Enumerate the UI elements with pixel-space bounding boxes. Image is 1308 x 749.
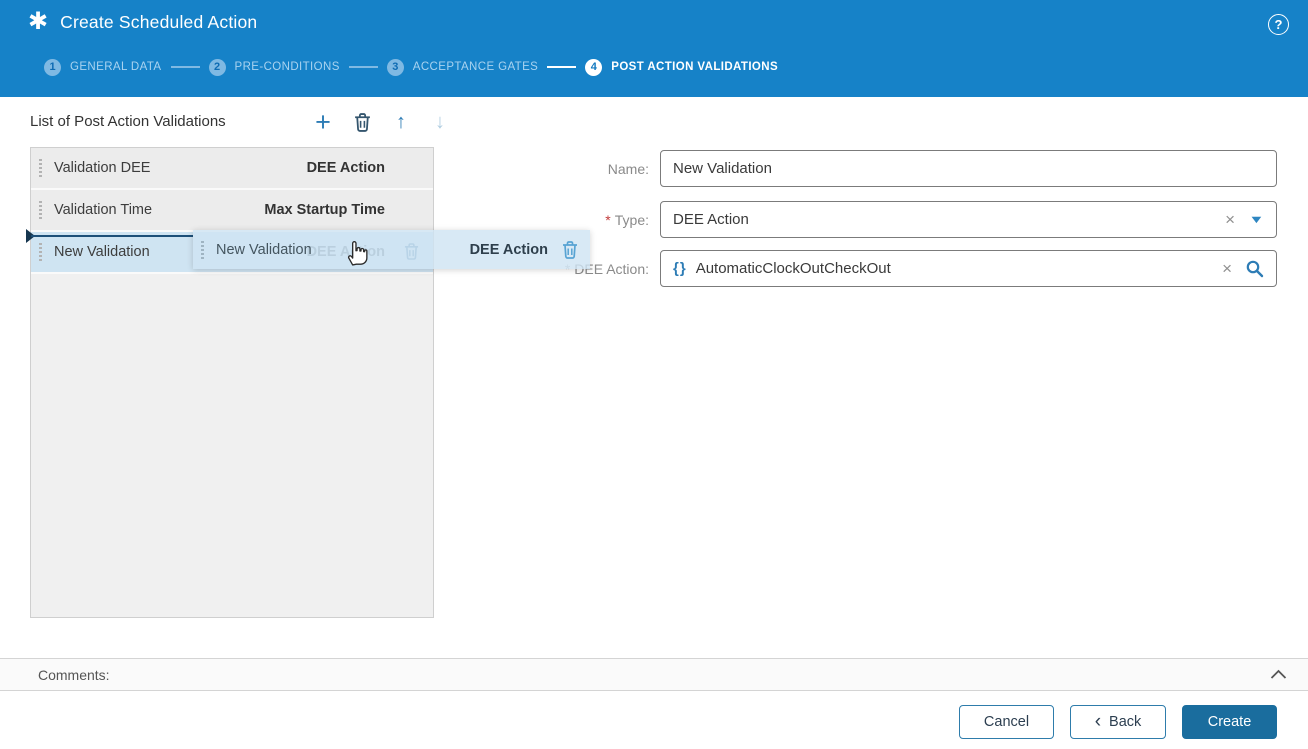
list-toolbar: + ↑ ↓ [310, 107, 453, 137]
move-down-button[interactable]: ↓ [427, 108, 453, 136]
dee-action-value: AutomaticClockOutCheckOut [695, 260, 891, 277]
dee-action-clear-icon[interactable]: × [1222, 260, 1232, 277]
name-label: Name: [607, 160, 649, 177]
drag-handle-icon[interactable] [39, 201, 43, 219]
step-4-label: POST ACTION VALIDATIONS [611, 61, 779, 73]
type-dropdown-chevron-icon[interactable]: ▼ [1248, 214, 1264, 226]
braces-entity-icon: {} [673, 260, 687, 277]
mouse-cursor-hand-icon [344, 238, 369, 272]
post-action-validations-list: Validation DEE DEE Action Validation Tim… [30, 147, 434, 618]
add-validation-button[interactable]: + [310, 108, 336, 136]
chevron-left-icon: ‹ [1094, 711, 1102, 732]
step-connector [170, 66, 200, 68]
type-value: DEE Action [673, 211, 749, 228]
type-label-text: Type: [614, 211, 649, 228]
list-item-validation-time[interactable]: Validation Time Max Startup Time [31, 190, 433, 232]
type-combobox[interactable]: DEE Action × ▼ [660, 201, 1277, 238]
step-connector-active [547, 66, 577, 68]
chevron-up-icon[interactable] [1270, 669, 1287, 680]
step-1-label: GENERAL DATA [70, 61, 162, 73]
step-2-label: PRE-CONDITIONS [234, 61, 340, 73]
trash-icon [354, 112, 370, 132]
step-2-circle: 2 [208, 58, 226, 76]
type-clear-icon[interactable]: × [1225, 211, 1235, 228]
step-1-circle: 1 [44, 58, 61, 76]
step-3-circle: 3 [386, 58, 404, 76]
back-button[interactable]: ‹ Back [1070, 705, 1166, 739]
delete-validation-button[interactable] [349, 108, 375, 136]
search-icon[interactable] [1245, 259, 1264, 278]
step-general-data[interactable]: 1 GENERAL DATA [44, 58, 162, 76]
list-item-validation-dee[interactable]: Validation DEE DEE Action [31, 148, 433, 190]
page-title: Create Scheduled Action [60, 11, 258, 32]
row-name: New Validation [54, 244, 150, 260]
ghost-row-type: DEE Action [469, 241, 548, 258]
ghost-row-name: New Validation [216, 241, 312, 258]
step-pre-conditions[interactable]: 2 PRE-CONDITIONS [208, 58, 340, 76]
step-4-circle: 4 [585, 58, 603, 76]
required-asterisk: * [605, 211, 611, 228]
step-connector [348, 66, 378, 68]
comments-expander[interactable]: Comments: [0, 658, 1308, 691]
drag-handle-icon [201, 240, 205, 259]
row-type: Max Startup Time [264, 202, 385, 218]
name-field-row: Name: New Validation [460, 150, 1277, 187]
cancel-button[interactable]: Cancel [959, 705, 1054, 739]
back-button-label: Back [1109, 714, 1142, 730]
name-value: New Validation [673, 160, 772, 177]
create-button[interactable]: Create [1182, 705, 1277, 739]
step-3-label: ACCEPTANCE GATES [412, 61, 539, 73]
ghost-trash-icon [562, 240, 578, 259]
type-label: * Type: [460, 212, 660, 228]
drag-handle-icon[interactable] [39, 243, 43, 261]
create-scheduled-action-window: ✱ Create Scheduled Action ? 1 GENERAL DA… [0, 0, 1308, 749]
drag-ghost-row: New Validation DEE Action [193, 230, 590, 269]
dee-action-picker[interactable]: {} AutomaticClockOutCheckOut × [660, 250, 1277, 287]
row-name: Validation DEE [54, 160, 151, 176]
name-input[interactable]: New Validation [660, 150, 1277, 187]
row-type: DEE Action [306, 160, 385, 176]
wizard-steps: 1 GENERAL DATA 2 PRE-CONDITIONS 3 ACCEPT… [44, 58, 778, 76]
title-row: ✱ Create Scheduled Action [28, 10, 257, 34]
step-acceptance-gates[interactable]: 3 ACCEPTANCE GATES [386, 58, 539, 76]
move-up-button[interactable]: ↑ [388, 108, 414, 136]
comments-label: Comments: [38, 666, 110, 683]
step-post-action-validations[interactable]: 4 POST ACTION VALIDATIONS [585, 58, 779, 76]
header: ✱ Create Scheduled Action ? 1 GENERAL DA… [0, 0, 1308, 97]
drag-handle-icon[interactable] [39, 159, 43, 177]
row-name: Validation Time [54, 202, 153, 218]
list-title: List of Post Action Validations [30, 113, 226, 130]
help-icon[interactable]: ? [1268, 14, 1289, 35]
drop-indicator-line [31, 235, 193, 237]
asterisk-logo-icon: ✱ [28, 8, 49, 35]
